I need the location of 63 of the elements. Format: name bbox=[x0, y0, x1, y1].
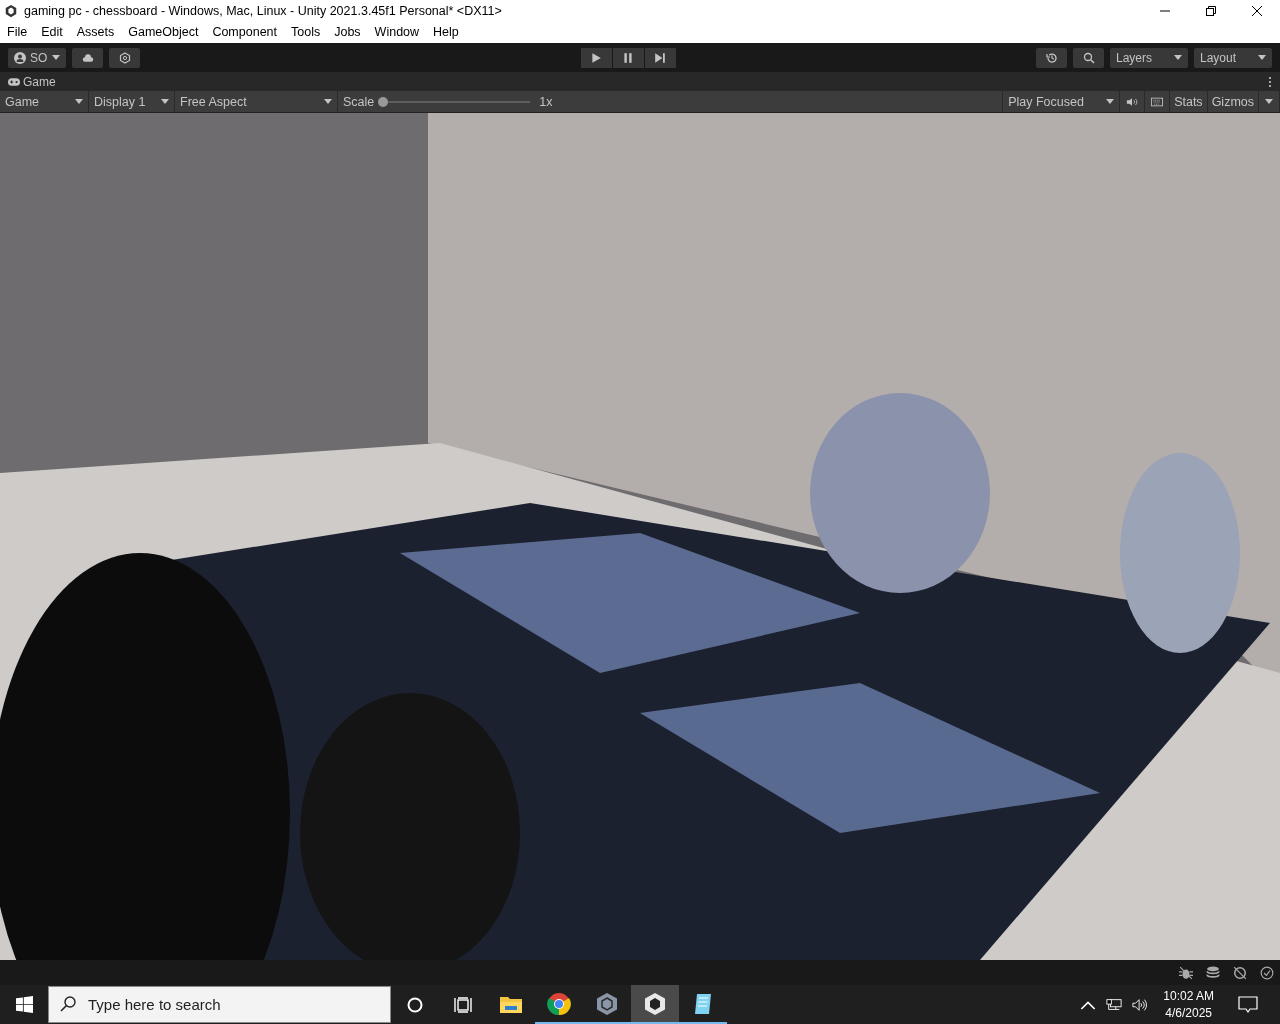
step-button[interactable] bbox=[644, 47, 676, 68]
menu-item[interactable]: Tools bbox=[291, 25, 321, 40]
account-dropdown[interactable]: SO bbox=[8, 47, 66, 68]
hexagon-icon bbox=[118, 51, 131, 64]
cloud-icon bbox=[81, 51, 94, 64]
cube-icon bbox=[643, 991, 667, 1016]
notifications-icon[interactable] bbox=[1238, 995, 1258, 1014]
gamepad-icon bbox=[8, 75, 20, 88]
caret-icon bbox=[52, 55, 60, 60]
play-button[interactable] bbox=[580, 47, 612, 68]
layout-dropdown[interactable]: Layout bbox=[1194, 47, 1272, 68]
check-circle-icon bbox=[1260, 965, 1274, 980]
close-icon[interactable] bbox=[1252, 5, 1262, 16]
volume-icon[interactable] bbox=[1132, 997, 1149, 1012]
caret-icon bbox=[161, 99, 169, 105]
more-options-icon[interactable] bbox=[1268, 75, 1272, 88]
clock-date[interactable]: 4/6/2025 bbox=[1165, 1004, 1212, 1022]
scale-label: Scale bbox=[343, 94, 375, 109]
browser-icon bbox=[547, 991, 571, 1016]
menu-item[interactable]: Jobs bbox=[334, 25, 361, 40]
clock-time[interactable]: 10:02 AM bbox=[1163, 987, 1214, 1005]
hexagon-icon bbox=[595, 991, 619, 1016]
step-forward-icon bbox=[654, 51, 666, 64]
layers-dropdown[interactable]: Layers bbox=[1110, 47, 1188, 68]
restore-icon[interactable] bbox=[1206, 5, 1216, 16]
bug-icon bbox=[1179, 965, 1193, 980]
menu-item[interactable]: GameObject bbox=[128, 25, 199, 40]
menu-item[interactable]: Help bbox=[433, 25, 459, 40]
windows-logo-icon bbox=[15, 996, 33, 1013]
caret-icon bbox=[75, 99, 83, 105]
play-mode-dropdown[interactable]: Play Focused bbox=[1002, 91, 1121, 113]
database-icon bbox=[1206, 965, 1220, 980]
play-icon bbox=[590, 51, 602, 64]
taskbar-editor-button[interactable] bbox=[631, 985, 679, 1024]
caret-icon bbox=[1106, 99, 1115, 105]
scale-value: 1x bbox=[539, 94, 553, 109]
keyboard-icon bbox=[1151, 95, 1164, 108]
pause-icon bbox=[622, 51, 634, 64]
pause-button[interactable] bbox=[612, 47, 644, 68]
caret-icon bbox=[324, 99, 332, 105]
search-button[interactable] bbox=[1073, 47, 1104, 68]
menu-item[interactable]: Edit bbox=[41, 25, 63, 40]
history-icon bbox=[1045, 51, 1058, 64]
caret-icon bbox=[1265, 99, 1273, 105]
unity-logo-icon bbox=[4, 3, 18, 18]
task-view-icon bbox=[454, 996, 472, 1013]
window-title: gaming pc - chessboard - Windows, Mac, Linux - Unity 2021.3.45f1 Personal* <DX11> bbox=[24, 3, 502, 18]
menu-item[interactable]: Window bbox=[374, 25, 420, 40]
circle-icon bbox=[407, 996, 423, 1013]
search-icon bbox=[1082, 51, 1095, 64]
game-tab[interactable]: Game bbox=[8, 74, 56, 89]
network-icon[interactable] bbox=[1106, 997, 1123, 1012]
menu-item[interactable]: Component bbox=[212, 25, 277, 40]
cloud-button[interactable] bbox=[72, 47, 103, 68]
history-button[interactable] bbox=[1036, 47, 1067, 68]
collab-button[interactable] bbox=[109, 47, 140, 68]
slider-thumb[interactable] bbox=[378, 96, 389, 107]
caret-icon bbox=[1258, 55, 1266, 60]
caret-icon bbox=[1174, 55, 1182, 60]
search-field[interactable]: Type here to search bbox=[48, 986, 391, 1023]
menu-item[interactable]: File bbox=[7, 25, 28, 40]
menu-item[interactable]: Assets bbox=[76, 25, 115, 40]
user-icon bbox=[14, 51, 26, 64]
